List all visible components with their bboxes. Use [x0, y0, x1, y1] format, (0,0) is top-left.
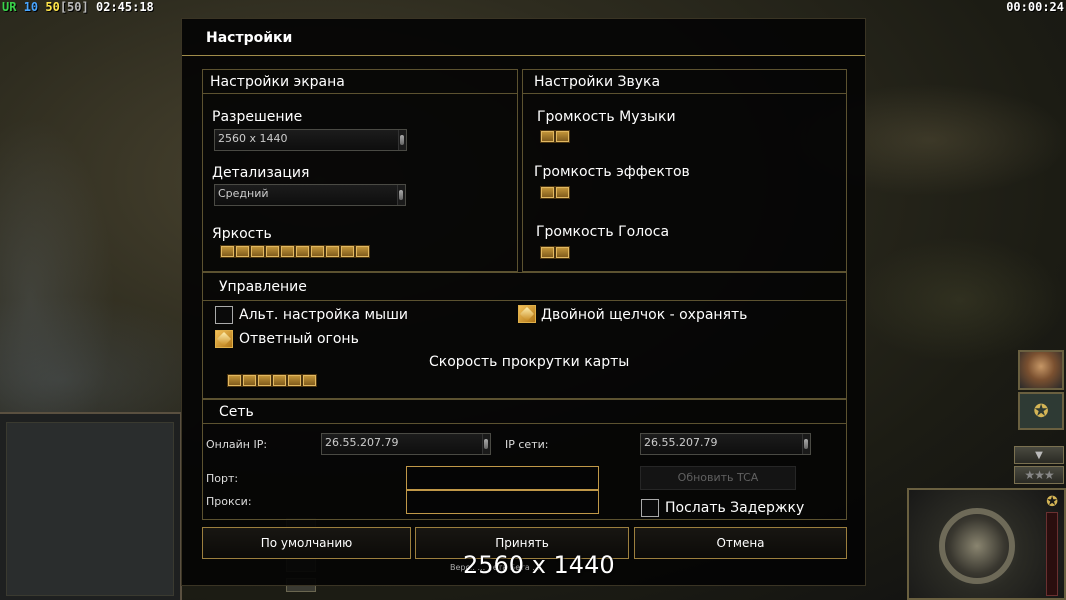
slider-segment[interactable] [227, 374, 242, 387]
stat-c: [50] [59, 0, 89, 14]
double-click-guard-checkbox[interactable] [518, 305, 536, 323]
player-status-bar: UR 10 50[50] 02:45:18 [2, 0, 154, 14]
online-ip-value: 26.55.207.79 [325, 436, 399, 449]
resolution-combobox[interactable]: 2560 x 1440 [214, 129, 407, 151]
radar-screen[interactable] [6, 422, 174, 596]
slider-segment[interactable] [287, 374, 302, 387]
faction-tag: UR [2, 0, 17, 14]
stat-a: 10 [23, 0, 39, 14]
power-bar [1046, 512, 1058, 596]
slider-segment[interactable] [555, 186, 570, 199]
online-ip-label: Онлайн IP: [206, 438, 268, 451]
slider-segment[interactable] [220, 245, 235, 258]
resolution-value: 2560 x 1440 [218, 132, 288, 145]
screen-settings-header: Настройки экрана [203, 70, 517, 94]
general-portrait[interactable] [1018, 350, 1064, 390]
send-delay-checkbox[interactable] [641, 499, 659, 517]
slider-segment[interactable] [540, 186, 555, 199]
controls-group: Управление Альт. настройка мыши Двойной … [202, 272, 847, 399]
dialog-title: Настройки [206, 30, 293, 46]
slider-segment[interactable] [272, 374, 287, 387]
slider-segment[interactable] [250, 245, 265, 258]
effects-volume-label: Громкость эффектов [534, 164, 690, 180]
port-input[interactable] [406, 466, 599, 490]
double-click-guard-label[interactable]: Двойной щелчок - охранять [541, 307, 747, 323]
effects-volume-slider[interactable] [540, 186, 570, 199]
proxy-input[interactable] [406, 490, 599, 514]
slider-segment[interactable] [555, 246, 570, 259]
slider-segment[interactable] [310, 245, 325, 258]
lan-ip-label: IP сети: [505, 438, 549, 451]
voice-volume-slider[interactable] [540, 246, 570, 259]
return-fire-label[interactable]: Ответный огонь [239, 331, 359, 347]
proxy-label: Прокси: [206, 495, 252, 508]
slider-segment[interactable] [295, 245, 310, 258]
stat-b: 50 [45, 0, 60, 14]
music-volume-label: Громкость Музыки [537, 109, 676, 125]
scroll-speed-slider[interactable] [227, 374, 317, 387]
radar-minimap[interactable] [0, 412, 182, 600]
sound-settings-header: Настройки Звука [523, 70, 846, 94]
lan-ip-combobox[interactable]: 26.55.207.79 [640, 433, 811, 455]
slider-segment[interactable] [540, 130, 555, 143]
cancel-button[interactable]: Отмена [634, 527, 847, 559]
alt-mouse-checkbox[interactable] [215, 306, 233, 324]
alt-mouse-label[interactable]: Альт. настройка мыши [239, 307, 408, 323]
screen-settings-group: Настройки экрана Разрешение 2560 x 1440 … [202, 69, 518, 272]
send-delay-label[interactable]: Послать Задержку [665, 500, 804, 516]
slider-segment[interactable] [302, 374, 317, 387]
combobox-scroll-icon[interactable] [397, 185, 405, 205]
resolution-overlay-text: 2560 x 1440 [463, 551, 615, 579]
network-header: Сеть [203, 400, 846, 424]
network-group: Сеть Онлайн IP: 26.55.207.79 IP сети: 26… [202, 399, 847, 520]
title-divider [182, 55, 865, 56]
combobox-scroll-icon[interactable] [398, 130, 406, 150]
controls-header: Управление [203, 273, 846, 301]
slider-segment[interactable] [242, 374, 257, 387]
slider-segment[interactable] [265, 245, 280, 258]
update-tca-button[interactable]: Обновить TCA [640, 466, 796, 490]
slider-segment[interactable] [540, 246, 555, 259]
slider-segment[interactable] [280, 245, 295, 258]
slider-segment[interactable] [555, 130, 570, 143]
slider-segment[interactable] [340, 245, 355, 258]
slider-segment[interactable] [355, 245, 370, 258]
online-ip-combobox[interactable]: 26.55.207.79 [321, 433, 491, 455]
voice-volume-label: Громкость Голоса [536, 224, 670, 240]
combobox-scroll-icon[interactable] [482, 434, 490, 454]
sound-settings-group: Настройки Звука Громкость Музыки Громкос… [522, 69, 847, 272]
return-fire-checkbox[interactable] [215, 330, 233, 348]
slider-segment[interactable] [257, 374, 272, 387]
brightness-label: Яркость [212, 226, 272, 242]
detail-label: Детализация [212, 165, 310, 181]
generals-command-panel[interactable]: ✪ [907, 488, 1066, 600]
game-timer: 00:00:24 [1006, 0, 1064, 14]
brightness-slider[interactable] [220, 245, 370, 258]
combobox-scroll-icon[interactable] [802, 434, 810, 454]
slider-segment[interactable] [325, 245, 340, 258]
lan-ip-value: 26.55.207.79 [644, 436, 718, 449]
rank-star-icon[interactable]: ✪ [1018, 392, 1064, 430]
resolution-label: Разрешение [212, 109, 303, 125]
detail-value: Средний [218, 187, 269, 200]
detail-combobox[interactable]: Средний [214, 184, 406, 206]
slider-segment[interactable] [235, 245, 250, 258]
game-clock: 02:45:18 [95, 0, 154, 14]
scroll-speed-label: Скорость прокрутки карты [429, 354, 630, 370]
star-icon: ✪ [1046, 494, 1058, 510]
chevron-down-icon[interactable]: ▼ [1014, 446, 1064, 464]
default-button[interactable]: По умолчанию [202, 527, 411, 559]
options-dialog: Настройки Настройки экрана Разрешение 25… [181, 18, 866, 586]
music-volume-slider[interactable] [540, 130, 570, 143]
faction-emblem-icon [939, 508, 1015, 584]
port-label: Порт: [206, 472, 239, 485]
stars-icon[interactable]: ★★★ [1014, 466, 1064, 484]
